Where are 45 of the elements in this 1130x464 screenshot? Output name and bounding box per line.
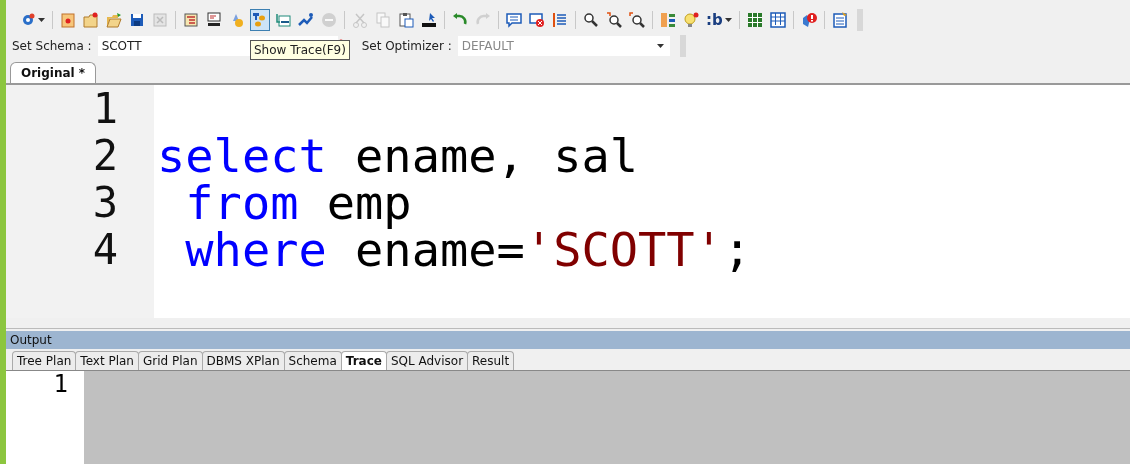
caret-icon	[656, 44, 664, 48]
optimizer-label: Set Optimizer :	[361, 39, 452, 53]
output-tab[interactable]: DBMS XPlan	[201, 351, 285, 370]
output-tab[interactable]: Grid Plan	[138, 351, 203, 370]
open-folder-icon	[106, 11, 122, 28]
copy-icon	[375, 11, 391, 28]
search-next-icon	[606, 11, 622, 28]
output-tab[interactable]: Result	[467, 351, 515, 370]
output-tab[interactable]: Text Plan	[75, 351, 139, 370]
output-tab[interactable]: SQL Advisor	[385, 351, 469, 370]
toolbar-grip[interactable]	[856, 8, 863, 31]
lightbulb-icon	[683, 11, 699, 28]
plan-list-icon	[183, 11, 199, 28]
search-icon	[583, 11, 599, 28]
schema-label: Set Schema :	[12, 39, 92, 53]
line-number: 2	[91, 132, 119, 179]
bind-variable-button[interactable]: :b	[704, 8, 734, 31]
output-header: Output	[6, 331, 1130, 349]
stop-icon	[321, 11, 337, 28]
line-number: 4	[91, 226, 119, 273]
select-all-icon	[421, 11, 437, 28]
line-number: 3	[91, 179, 119, 226]
line-number: 1	[91, 85, 119, 132]
output-tab[interactable]: Schema	[283, 351, 342, 370]
new-document-icon	[60, 11, 76, 28]
save-icon	[129, 11, 145, 28]
editor-tab[interactable]: Original *	[10, 62, 97, 83]
cut-icon	[352, 11, 368, 28]
comment-icon	[506, 11, 522, 28]
search-previous-icon	[629, 11, 645, 28]
close-icon	[152, 11, 168, 28]
indent-list-icon	[552, 11, 568, 28]
code-line: select ename, sal	[157, 132, 640, 179]
alert-icon	[800, 11, 817, 28]
tooltip: Show Trace(F9)	[250, 40, 350, 60]
toolbar-grip[interactable]	[679, 35, 686, 57]
output-tab[interactable]: Tree Plan	[12, 351, 77, 370]
output-tab[interactable]: Trace	[340, 351, 387, 370]
new-folder-icon	[83, 11, 99, 28]
table-icon	[769, 11, 786, 28]
grid-icon	[746, 11, 763, 28]
properties-icon	[831, 11, 848, 28]
optimizer-dropdown[interactable]: DEFAULT	[457, 36, 670, 56]
line-number: 1	[52, 371, 69, 397]
paste-icon	[398, 11, 414, 28]
